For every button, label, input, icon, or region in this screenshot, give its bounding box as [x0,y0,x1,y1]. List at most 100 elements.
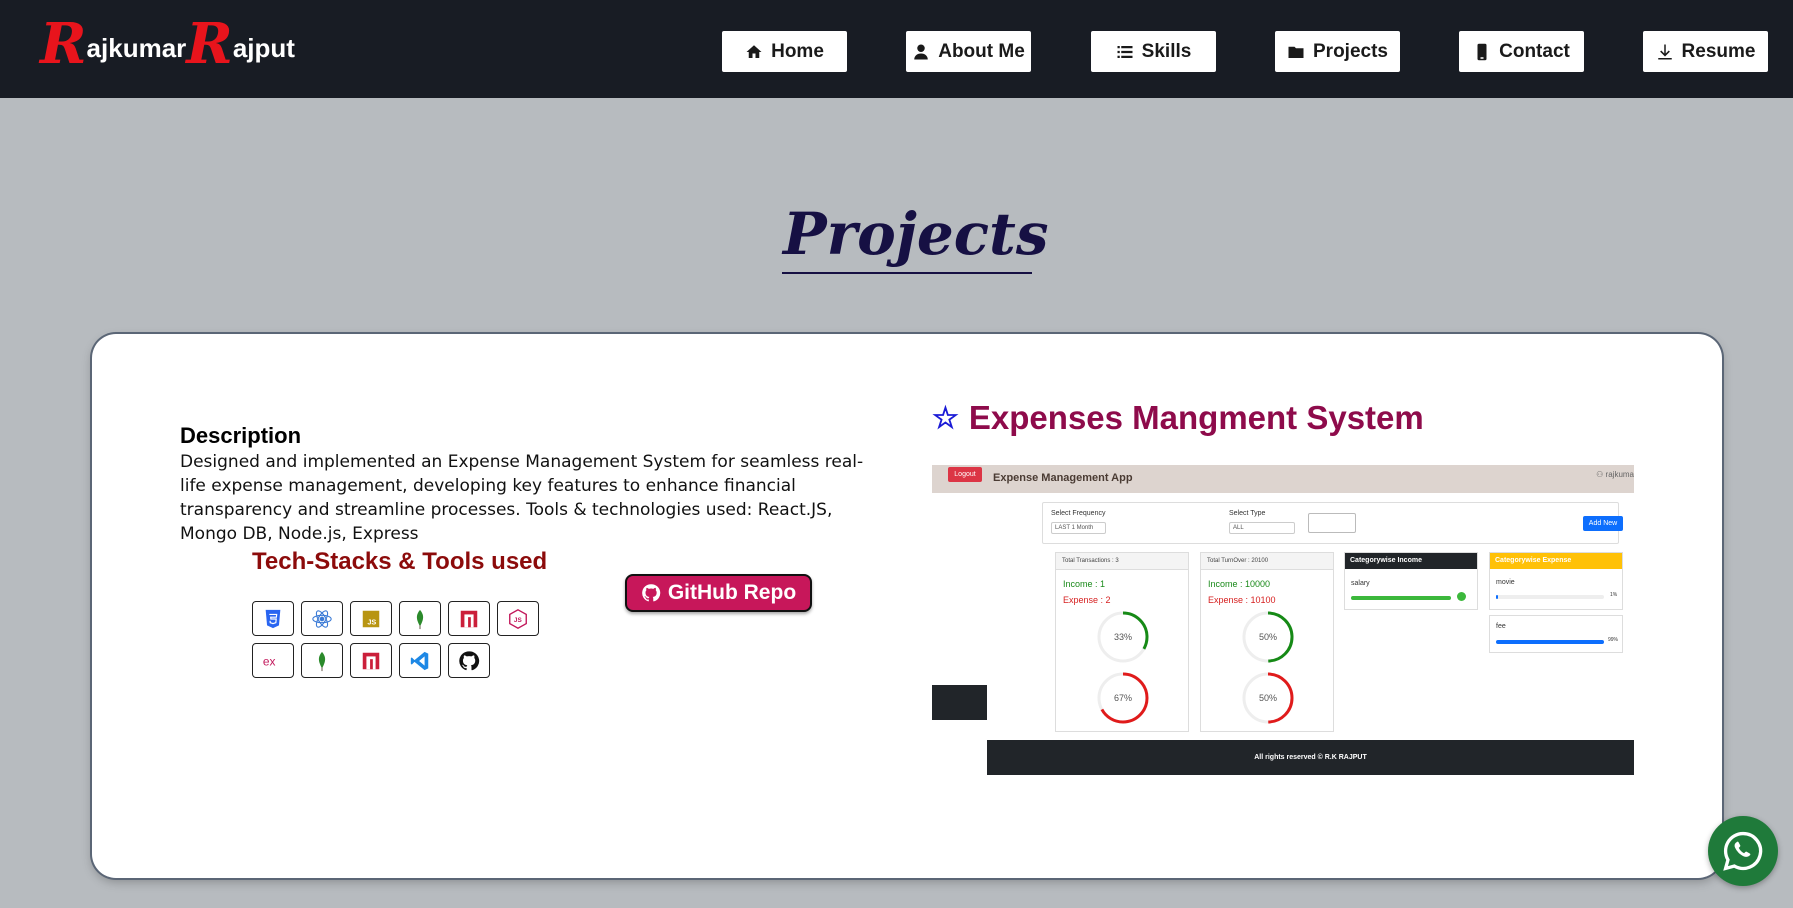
nav-home-button[interactable]: Home [722,31,847,72]
app-logout-button: Logout [948,467,982,482]
app-frequency-label: Select Frequency [1051,510,1106,517]
site-logo[interactable]: RajkumarRajput [40,14,295,74]
nav-projects-button[interactable]: Projects [1275,31,1400,72]
app-view-toggle [1308,513,1356,533]
app-expense-amount: Expense : 10100 [1208,595,1276,605]
github-icon [641,584,661,602]
css3-icon [265,609,281,628]
nav-skills-label: Skills [1141,40,1192,62]
tech-icon-npm [448,601,490,636]
app-expense-count: Expense : 2 [1063,595,1111,605]
nav-about-label: About Me [938,40,1025,62]
app-category-income: Categorywise Income salary [1344,552,1478,610]
app-expense-count-ring: 67% [1097,672,1149,724]
app-transactions-panel: Total Transactions : 3 Income : 1 Expens… [1055,552,1189,732]
app-expense-count-pct: 67% [1114,693,1132,703]
logo-last-name: ajput [232,33,295,63]
nav-contact-button[interactable]: Contact [1459,31,1584,72]
description-heading: Description [180,423,302,448]
tech-icon-css3 [252,601,294,636]
app-category-expense-card2: fee 99% [1489,615,1623,653]
app-income-count-ring: 33% [1097,611,1149,663]
nav-projects-label: Projects [1313,40,1388,62]
app-category-expense-item1: movie [1496,579,1515,586]
star-icon: ☆ [932,401,959,435]
nav-skills-button[interactable]: Skills [1091,31,1216,72]
navbar: RajkumarRajput Home About Me Skills Proj… [0,0,1793,98]
tech-icon-nodejs: JS [497,601,539,636]
app-income-amount-pct: 50% [1259,632,1277,642]
tech-icon-express: ex [252,643,294,678]
check-icon [1457,592,1466,601]
nav-contact-label: Contact [1499,40,1570,62]
mongodb-icon [416,609,424,629]
nav-resume-label: Resume [1681,40,1756,62]
section-title: Projects [783,200,1049,268]
tech-icons: JS JS ex [252,601,542,678]
tech-icon-github [448,643,490,678]
tech-icon-npm-2 [350,643,392,678]
svg-text:JS: JS [367,617,376,626]
nav-resume-button[interactable]: Resume [1643,31,1768,72]
app-category-expense-bar1-track [1496,595,1604,599]
app-income-amount-ring: 50% [1242,611,1294,663]
app-dark-block [932,685,987,720]
javascript-icon: JS [362,610,380,627]
app-user-name: rajkuma [1605,470,1634,479]
app-type-select: ALL [1229,522,1295,534]
download-icon [1657,44,1672,59]
app-category-income-bar [1351,596,1451,600]
app-expense-amount-pct: 50% [1259,693,1277,703]
npm-icon [460,610,478,627]
app-category-expense-item1-pct: 1% [1610,592,1618,598]
app-total-transactions: Total Transactions : 3 [1056,553,1188,570]
app-category-income-item: salary [1351,580,1370,587]
app-turnover-panel: Total TurnOver : 20100 Income : 10000 Ex… [1200,552,1334,732]
tech-icon-react [301,601,343,636]
tech-icon-mongodb [399,601,441,636]
logo-initial-last: R [186,11,233,77]
app-footer: All rights reserved © R.K RAJPUT [987,740,1634,775]
project-title: ☆ Expenses Mangment System [932,399,1424,437]
app-user: ⚇ rajkuma [1596,470,1634,479]
app-category-expense-bar2 [1496,640,1604,644]
svg-text:JS: JS [514,617,523,624]
vscode-icon [410,651,429,670]
app-category-expense-item2-pct: 99% [1608,637,1619,643]
user-icon [914,44,928,59]
app-user-icon: ⚇ [1596,470,1606,479]
list-icon [1117,45,1133,58]
tech-icon-mongodb-2 [301,643,343,678]
phone-icon [1477,43,1487,60]
react-icon [312,609,332,628]
project-screenshot: Logout Expense Management App ⚇ rajkuma … [932,465,1634,775]
tech-icon-javascript: JS [350,601,392,636]
logo-initial-first: R [40,11,87,77]
express-icon: ex [263,654,276,668]
folder-icon [1288,46,1304,58]
nav-about-button[interactable]: About Me [906,31,1031,72]
github-icon [459,650,480,670]
github-repo-button[interactable]: GitHub Repo [625,574,812,612]
app-add-new-button: Add New [1583,516,1623,531]
app-income-amount: Income : 10000 [1208,579,1271,589]
github-repo-label: GitHub Repo [667,581,797,604]
nodejs-icon: JS [509,608,527,629]
app-category-income-title: Categorywise Income [1345,553,1477,569]
mongodb-icon [318,651,326,671]
title-underline [782,272,1032,274]
tech-icon-vscode [399,643,441,678]
app-income-count: Income : 1 [1063,579,1106,589]
whatsapp-button[interactable] [1708,816,1778,886]
npm-icon [362,652,380,669]
app-total-turnover: Total TurnOver : 20100 [1201,553,1333,570]
svg-text:ex: ex [263,654,276,668]
app-category-expense: Categorywise Expense movie 1% [1489,552,1623,610]
home-icon [746,44,762,58]
tech-stack-heading: Tech-Stacks & Tools used [252,548,548,575]
app-expense-amount-ring: 50% [1242,672,1294,724]
project-title-text: Expenses Mangment System [968,399,1424,436]
app-category-expense-bar1 [1496,595,1498,599]
whatsapp-icon [1723,831,1763,871]
app-frequency-select: LAST 1 Month [1051,522,1106,534]
